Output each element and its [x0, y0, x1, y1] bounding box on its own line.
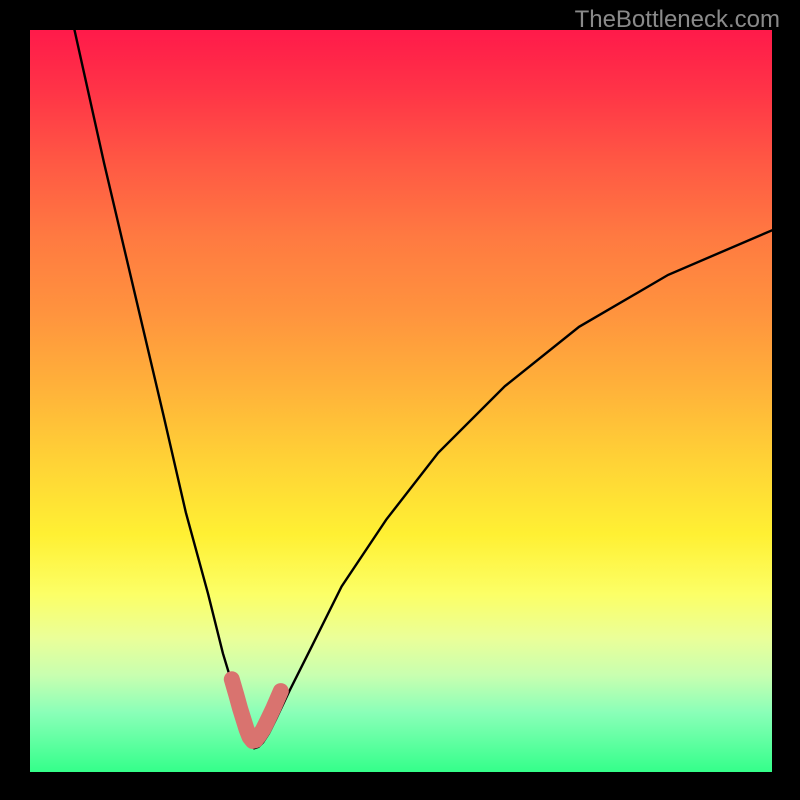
curves-svg — [30, 30, 772, 772]
chart-stage: TheBottleneck.com — [0, 0, 800, 800]
bottleneck-curve-path — [75, 30, 773, 748]
watermark-text: TheBottleneck.com — [575, 6, 780, 34]
near-bottleneck-marker-path — [232, 679, 281, 741]
plot-area — [30, 30, 772, 772]
